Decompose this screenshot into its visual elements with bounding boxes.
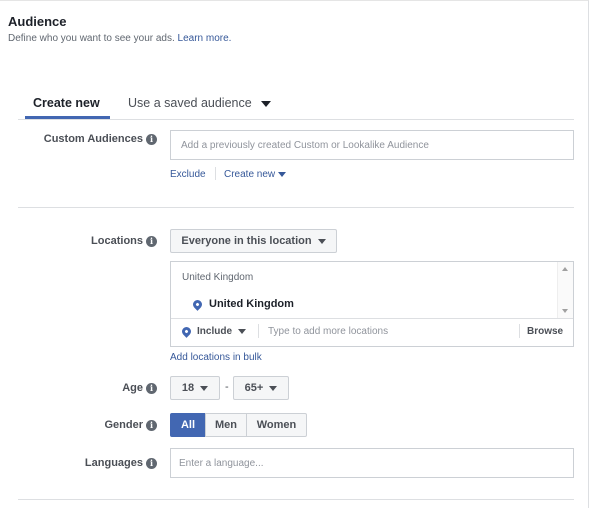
section-title: Audience <box>8 14 67 29</box>
link-separator <box>215 167 216 180</box>
caret-down-icon <box>269 385 278 391</box>
location-pin-icon <box>180 324 193 338</box>
info-icon[interactable]: i <box>146 235 157 247</box>
info-icon[interactable]: i <box>146 419 157 431</box>
custom-audience-placeholder: Add a previously created Custom or Looka… <box>181 139 429 151</box>
add-locations-bulk-link[interactable]: Add locations in bulk <box>170 352 262 363</box>
age-max-value: 65+ <box>244 382 264 394</box>
language-placeholder: Enter a language... <box>179 457 264 469</box>
info-icon[interactable]: i <box>146 457 157 469</box>
learn-more-link[interactable]: Learn more. <box>178 33 232 44</box>
browse-button[interactable]: Browse <box>527 326 563 337</box>
custom-audience-input[interactable]: Add a previously created Custom or Looka… <box>170 130 574 160</box>
gender-label-text: Gender <box>104 419 143 431</box>
tab-create-new[interactable]: Create new <box>33 96 100 110</box>
caret-down-icon <box>317 238 326 244</box>
custom-audiences-label: Custom Audiences i <box>18 133 157 145</box>
caret-down-icon <box>261 100 272 107</box>
languages-label: Languages i <box>18 457 157 469</box>
location-box: United Kingdom United Kingdom Include Ty… <box>170 261 574 347</box>
age-max-dropdown[interactable]: 65+ <box>233 376 289 400</box>
location-type-dropdown[interactable]: Everyone in this location <box>170 229 337 253</box>
location-search-input[interactable]: Type to add more locations <box>268 326 513 337</box>
info-icon[interactable]: i <box>146 133 157 145</box>
language-input[interactable]: Enter a language... <box>170 448 574 478</box>
locations-label-text: Locations <box>91 235 143 247</box>
subtitle-text: Define who you want to see your ads. <box>8 33 175 44</box>
custom-audiences-label-text: Custom Audiences <box>43 133 143 145</box>
tab-divider <box>18 119 574 120</box>
section-subtitle: Define who you want to see your ads. Lea… <box>8 33 231 44</box>
caret-down-icon <box>238 328 247 334</box>
section-divider <box>18 207 574 208</box>
include-separator <box>258 324 259 338</box>
locations-label: Locations i <box>18 235 157 247</box>
gender-label: Gender i <box>18 419 157 431</box>
include-label: Include <box>197 326 233 337</box>
scroll-up-icon[interactable] <box>562 267 568 271</box>
age-min-dropdown[interactable]: 18 <box>170 376 220 400</box>
location-type-value: Everyone in this location <box>181 235 312 247</box>
gender-all-button[interactable]: All <box>170 413 206 437</box>
gender-women-button[interactable]: Women <box>246 413 307 437</box>
audience-panel: Audience Define who you want to see your… <box>0 0 589 508</box>
caret-down-icon <box>200 385 209 391</box>
age-label: Age i <box>18 382 157 394</box>
selected-location[interactable]: United Kingdom <box>191 297 294 311</box>
create-new-link-label: Create new <box>224 169 276 180</box>
location-box-divider <box>171 318 573 319</box>
selected-location-name: United Kingdom <box>209 298 294 310</box>
gender-men-button[interactable]: Men <box>205 413 247 437</box>
caret-down-icon <box>278 171 287 177</box>
location-group-header: United Kingdom <box>182 272 254 283</box>
exclude-link[interactable]: Exclude <box>170 169 206 180</box>
age-separator: - <box>225 381 229 393</box>
create-new-link[interactable]: Create new <box>224 169 287 180</box>
age-label-text: Age <box>122 382 143 394</box>
tab-use-saved-audience-label: Use a saved audience <box>128 96 252 110</box>
tab-use-saved-audience[interactable]: Use a saved audience <box>128 96 272 110</box>
section-divider <box>18 499 574 500</box>
include-dropdown[interactable]: Include <box>180 324 247 338</box>
languages-label-text: Languages <box>84 457 143 469</box>
scroll-down-icon[interactable] <box>562 309 568 313</box>
location-pin-icon <box>191 297 204 311</box>
browse-separator <box>519 324 520 338</box>
info-icon[interactable]: i <box>146 382 157 394</box>
scrollbar[interactable] <box>557 262 573 318</box>
age-min-value: 18 <box>181 382 195 394</box>
